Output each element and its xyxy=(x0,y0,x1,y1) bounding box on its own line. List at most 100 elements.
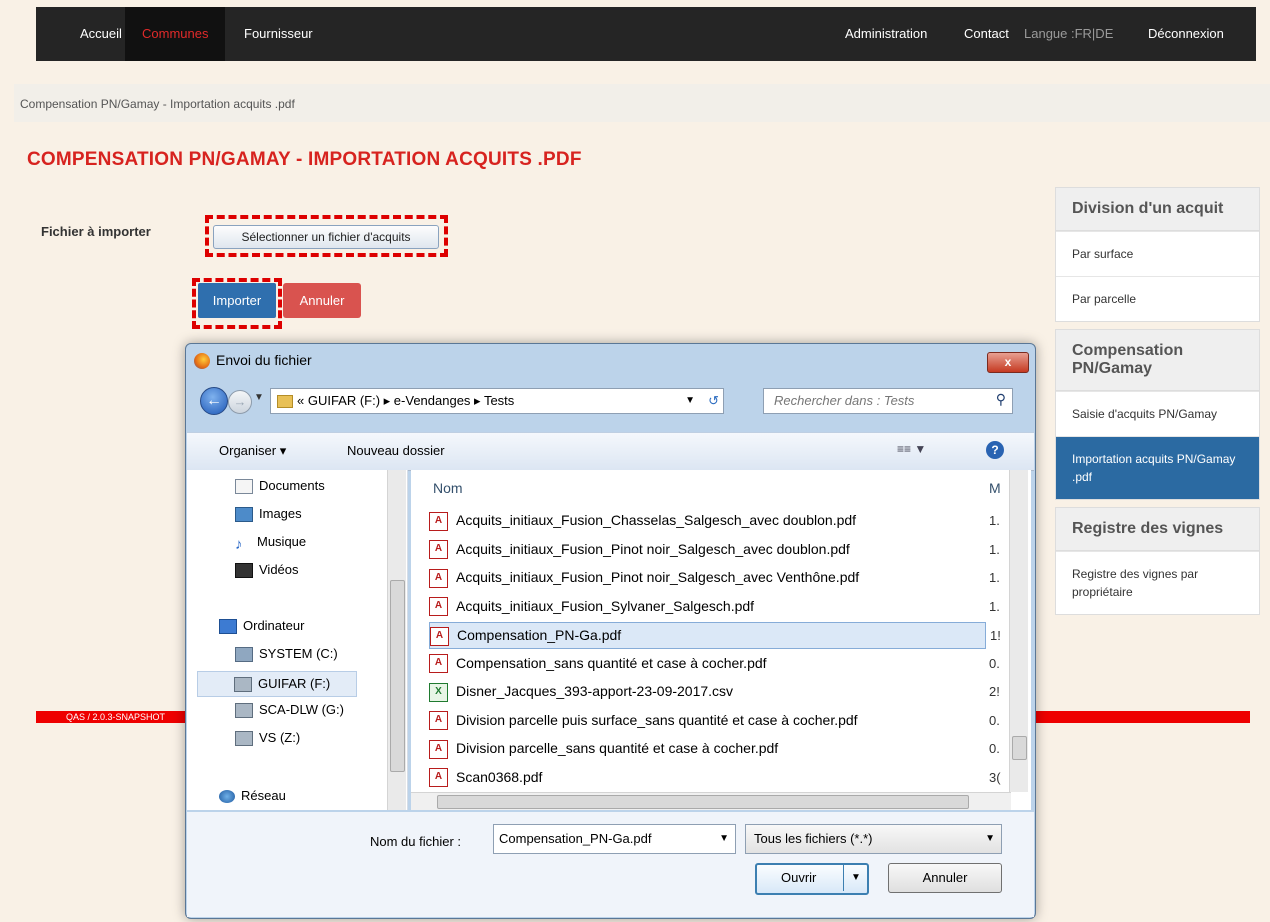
open-dropdown-icon[interactable]: ▼ xyxy=(843,865,868,891)
file-modified: 1. xyxy=(989,570,1000,585)
nav-langue[interactable]: Langue :FR|DE xyxy=(1024,7,1113,61)
tree-scrollbar-thumb[interactable] xyxy=(390,580,405,772)
nav-fournisseur[interactable]: Fournisseur xyxy=(227,7,330,61)
pdf-file-icon: A xyxy=(429,654,448,674)
nav-communes[interactable]: Communes xyxy=(125,7,226,61)
file-modified: 0. xyxy=(989,741,1000,756)
dialog-title-bar: Envoi du fichier xyxy=(194,352,312,372)
file-modified: 3( xyxy=(989,769,1001,785)
history-dropdown-icon[interactable]: ▼ xyxy=(254,392,264,403)
column-header-modified[interactable]: M xyxy=(989,480,1001,496)
search-placeholder: Rechercher dans : Tests xyxy=(774,393,915,408)
dialog-cancel-button[interactable]: Annuler xyxy=(888,863,1002,893)
sidebar-heading: Registre des vignes xyxy=(1056,508,1259,551)
address-bar[interactable]: « GUIFAR (F:) ▸ e-Vendanges ▸ Tests ▼ ↺ xyxy=(270,388,724,414)
dialog-toolbar: Organiser ▾ Nouveau dossier ≡≡ ▼ ? xyxy=(187,432,1034,471)
file-name: Acquits_initiaux_Fusion_Sylvaner_Salgesc… xyxy=(456,597,755,614)
file-row[interactable]: A Acquits_initiaux_Fusion_Pinot noir_Salg… xyxy=(429,565,1000,590)
sidebar-item-importation[interactable]: Importation acquits PN/Gamay .pdf xyxy=(1056,436,1259,499)
pdf-file-icon: A xyxy=(429,768,448,788)
chevron-down-icon[interactable]: ▼ xyxy=(985,825,995,853)
file-modified: 1. xyxy=(989,541,1000,557)
file-name: Acquits_initiaux_Fusion_Pinot noir_Salge… xyxy=(456,540,850,557)
csv-file-icon: X xyxy=(429,682,448,702)
forward-button[interactable]: → xyxy=(228,390,252,414)
tree-ordinateur[interactable]: Ordinateur xyxy=(219,618,304,635)
tree-musique[interactable]: ♪ Musique xyxy=(235,534,306,553)
file-row[interactable]: A Compensation_sans quantité et case à co… xyxy=(429,651,1000,676)
tree-vs-z[interactable]: VS (Z:) xyxy=(235,730,300,747)
file-name: Scan0368.pdf xyxy=(456,768,543,785)
tree-documents[interactable]: Documents xyxy=(235,478,325,495)
documents-icon xyxy=(235,479,253,495)
file-modified: 1! xyxy=(990,628,1001,643)
new-folder-button[interactable]: Nouveau dossier xyxy=(347,443,445,458)
search-icon[interactable]: ⚲ xyxy=(996,391,1006,408)
network-drive-icon xyxy=(235,731,253,747)
column-header-name[interactable]: Nom xyxy=(433,480,463,496)
file-row[interactable]: A Division parcelle_sans quantité et case… xyxy=(429,736,1000,761)
organiser-menu[interactable]: Organiser ▾ xyxy=(219,443,286,459)
open-button[interactable]: Ouvrir ▼ xyxy=(755,863,869,895)
view-options-icon[interactable]: ≡≡ ▼ xyxy=(897,442,926,456)
close-button[interactable]: x xyxy=(987,352,1029,373)
tree-sca-dlw-g[interactable]: SCA-DLW (G:) xyxy=(235,702,344,719)
tree-system-c[interactable]: SYSTEM (C:) xyxy=(235,646,338,663)
filename-label: Nom du fichier : xyxy=(370,834,462,849)
sidebar-item-saisie[interactable]: Saisie d'acquits PN/Gamay xyxy=(1056,391,1259,436)
tree-guifar-f[interactable]: GUIFAR (F:) xyxy=(197,671,357,697)
refresh-icon[interactable]: ↺ xyxy=(708,389,719,413)
nav-deconnexion[interactable]: Déconnexion xyxy=(1131,7,1241,61)
computer-icon xyxy=(219,619,237,635)
chevron-down-icon[interactable]: ▼ xyxy=(719,825,729,853)
sidebar-group-compensation: Compensation PN/Gamay Saisie d'acquits P… xyxy=(1055,329,1260,500)
pdf-file-icon: A xyxy=(429,568,448,588)
horizontal-scrollbar[interactable] xyxy=(411,792,1011,810)
file-label: Fichier à importer xyxy=(41,224,151,239)
file-row[interactable]: A Acquits_initiaux_Fusion_Pinot noir_Salg… xyxy=(429,537,1000,562)
sidebar-item-par-parcelle[interactable]: Par parcelle xyxy=(1056,276,1259,321)
tree-images[interactable]: Images xyxy=(235,506,302,523)
page-title: COMPENSATION PN/GAMAY - IMPORTATION ACQU… xyxy=(27,149,582,170)
file-list-pane: Nom M A Acquits_initiaux_Fusion_Chasselas… xyxy=(411,470,1031,810)
dialog-navbar: ← → ▼ « GUIFAR (F:) ▸ e-Vendanges ▸ Test… xyxy=(196,384,1026,418)
sidebar-heading: Compensation PN/Gamay xyxy=(1056,330,1259,391)
images-icon xyxy=(235,507,253,523)
file-scrollbar-thumb[interactable] xyxy=(1012,736,1027,760)
tree-scrollbar[interactable] xyxy=(387,470,406,810)
breadcrumb-text: Compensation PN/Gamay - Importation acqu… xyxy=(20,97,295,111)
file-row[interactable]: A Acquits_initiaux_Fusion_Sylvaner_Salges… xyxy=(429,594,1000,619)
back-button[interactable]: ← xyxy=(200,387,228,415)
file-name: Compensation_PN-Ga.pdf xyxy=(457,627,622,643)
file-row[interactable]: A Scan0368.pdf 3( xyxy=(429,765,1001,790)
tree-reseau[interactable]: Réseau xyxy=(219,788,286,804)
file-dialog: Envoi du fichier x ← → ▼ « GUIFAR (F:) ▸… xyxy=(185,343,1036,919)
file-name: Acquits_initiaux_Fusion_Chasselas_Salges… xyxy=(456,512,857,528)
file-list-scrollbar[interactable] xyxy=(1009,470,1028,792)
chevron-down-icon[interactable]: ▼ xyxy=(685,389,695,413)
horizontal-scrollbar-thumb[interactable] xyxy=(437,795,969,809)
file-name: Acquits_initiaux_Fusion_Pinot noir_Salge… xyxy=(456,569,860,585)
filetype-select[interactable]: Tous les fichiers (*.*) ▼ xyxy=(745,824,1002,854)
sidebar-item-par-surface[interactable]: Par surface xyxy=(1056,231,1259,276)
import-button[interactable]: Importer xyxy=(198,283,276,318)
top-navbar: Accueil Communes Fournisseur Administrat… xyxy=(36,7,1256,61)
file-row[interactable]: A Compensation_PN-Ga.pdf 1! xyxy=(429,622,1001,649)
nav-contact[interactable]: Contact xyxy=(947,7,1026,61)
nav-administration[interactable]: Administration xyxy=(828,7,944,61)
file-row[interactable]: A Acquits_initiaux_Fusion_Chasselas_Salge… xyxy=(429,508,1000,533)
cancel-button[interactable]: Annuler xyxy=(283,283,361,318)
filetype-value: Tous les fichiers (*.*) xyxy=(754,831,873,846)
file-row[interactable]: A Division parcelle puis surface_sans qua… xyxy=(429,708,1000,733)
search-input[interactable]: Rechercher dans : Tests ⚲ xyxy=(763,388,1013,414)
help-icon[interactable]: ? xyxy=(986,441,1004,459)
sidebar-item-registre[interactable]: Registre des vignes par propriétaire xyxy=(1056,551,1259,614)
tree-videos[interactable]: Vidéos xyxy=(235,562,299,579)
file-row[interactable]: X Disner_Jacques_393-apport-23-09-2017.cs… xyxy=(429,679,1000,704)
file-modified: 1. xyxy=(989,513,1000,528)
dialog-footer: Nom du fichier : Compensation_PN-Ga.pdf ▼… xyxy=(187,812,1034,917)
file-modified: 0. xyxy=(989,655,1000,671)
select-file-button[interactable]: Sélectionner un fichier d'acquits xyxy=(213,225,439,249)
dialog-title: Envoi du fichier xyxy=(216,352,312,368)
filename-input[interactable]: Compensation_PN-Ga.pdf ▼ xyxy=(493,824,736,854)
